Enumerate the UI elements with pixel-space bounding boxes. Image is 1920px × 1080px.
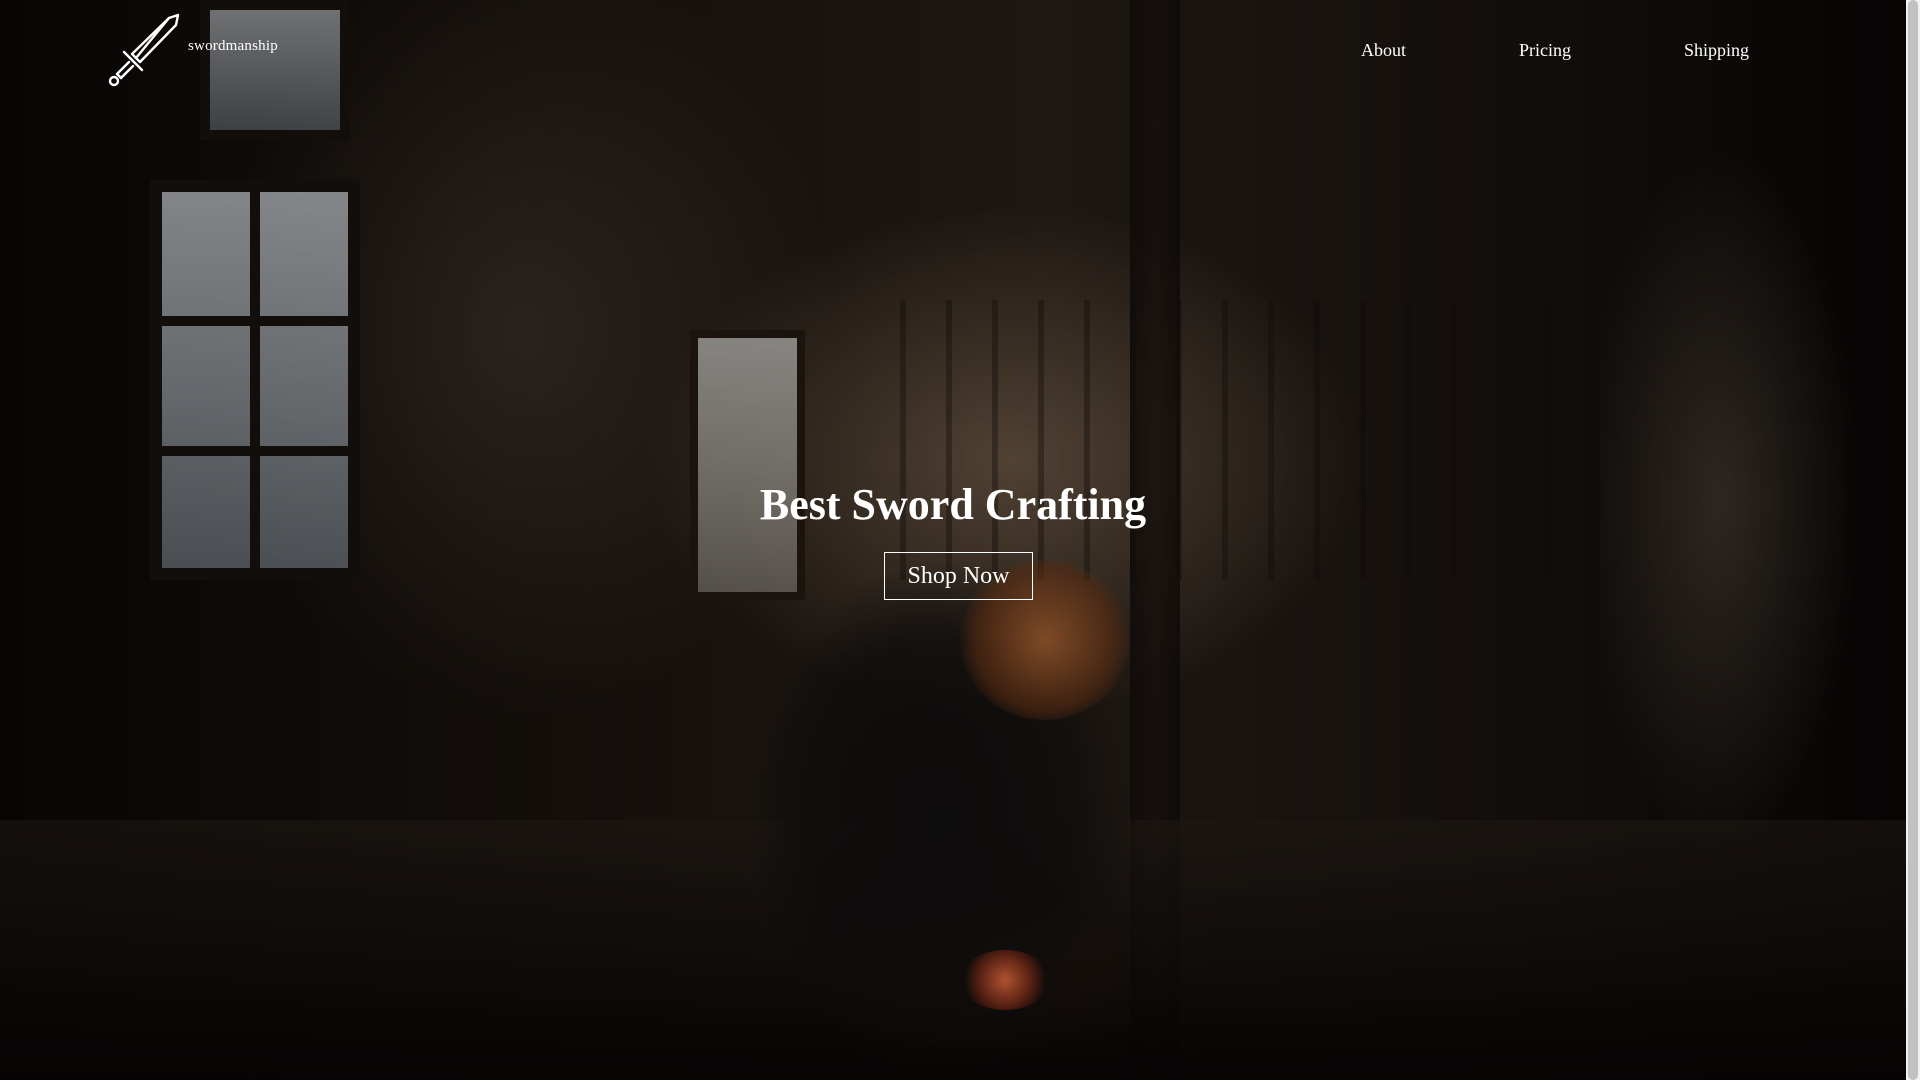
site-header: swordmanship About Pricing Shipping	[0, 0, 1906, 100]
page-scrollbar[interactable]	[1906, 0, 1920, 1080]
hero-background-image	[0, 0, 1906, 1080]
main-nav: About Pricing Shipping	[0, 36, 1906, 64]
nav-pricing-link[interactable]: Pricing	[1519, 36, 1571, 64]
nav-shipping-link[interactable]: Shipping	[1684, 36, 1749, 64]
dark-overlay	[0, 0, 1906, 1080]
scrollbar-thumb[interactable]	[1908, 0, 1918, 1080]
hero-title: Best Sword Crafting	[759, 480, 1147, 529]
shop-now-button[interactable]: Shop Now	[884, 552, 1033, 600]
nav-about-link[interactable]: About	[1361, 36, 1406, 64]
